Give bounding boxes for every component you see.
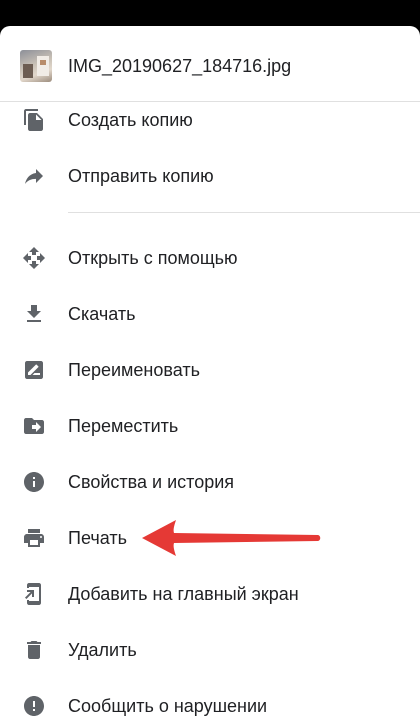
menu-item-add-to-home[interactable]: Добавить на главный экран [0, 566, 420, 622]
file-name: IMG_20190627_184716.jpg [68, 56, 292, 76]
menu-item-label: Отправить копию [68, 166, 214, 186]
rename-icon [22, 358, 46, 382]
trash-icon [22, 638, 46, 662]
menu-item-move[interactable]: Переместить [0, 398, 420, 454]
copy-icon [22, 108, 46, 132]
menu-item-label: Скачать [68, 304, 136, 324]
share-arrow-icon [22, 164, 46, 188]
menu-item-label: Добавить на главный экран [68, 584, 299, 604]
annotation-arrow-icon [142, 520, 321, 556]
add-to-home-icon [22, 582, 46, 606]
menu-item-label: Печать [68, 528, 127, 548]
menu-item-report[interactable]: Сообщить о нарушении [0, 678, 420, 728]
menu-item-details[interactable]: Свойства и история [0, 454, 420, 510]
download-icon [22, 302, 46, 326]
menu-item-label: Переместить [68, 416, 179, 436]
menu-item-delete[interactable]: Удалить [0, 622, 420, 678]
bottom-sheet-menu: IMG_20190627_184716.jpg Создать копию От… [0, 26, 420, 728]
menu-item-label: Открыть с помощью [68, 248, 238, 268]
file-header: IMG_20190627_184716.jpg [0, 26, 420, 102]
menu-item-label: Сообщить о нарушении [68, 696, 268, 716]
menu-divider [68, 212, 420, 213]
menu-item-label: Создать копию [68, 110, 193, 130]
menu-item-send-copy[interactable]: Отправить копию [0, 148, 420, 204]
menu-item-label: Переименовать [68, 360, 200, 380]
menu-item-make-copy[interactable]: Создать копию [0, 92, 420, 148]
menu-item-label: Удалить [68, 640, 137, 660]
file-thumbnail [20, 50, 52, 82]
info-icon [22, 470, 46, 494]
menu-item-open-with[interactable]: Открыть с помощью [0, 230, 420, 286]
open-with-icon [22, 246, 46, 270]
move-folder-icon [22, 414, 46, 438]
report-icon [22, 694, 46, 718]
print-icon [22, 526, 46, 550]
menu-item-label: Свойства и история [68, 472, 235, 492]
menu-item-download[interactable]: Скачать [0, 286, 420, 342]
menu-item-rename[interactable]: Переименовать [0, 342, 420, 398]
